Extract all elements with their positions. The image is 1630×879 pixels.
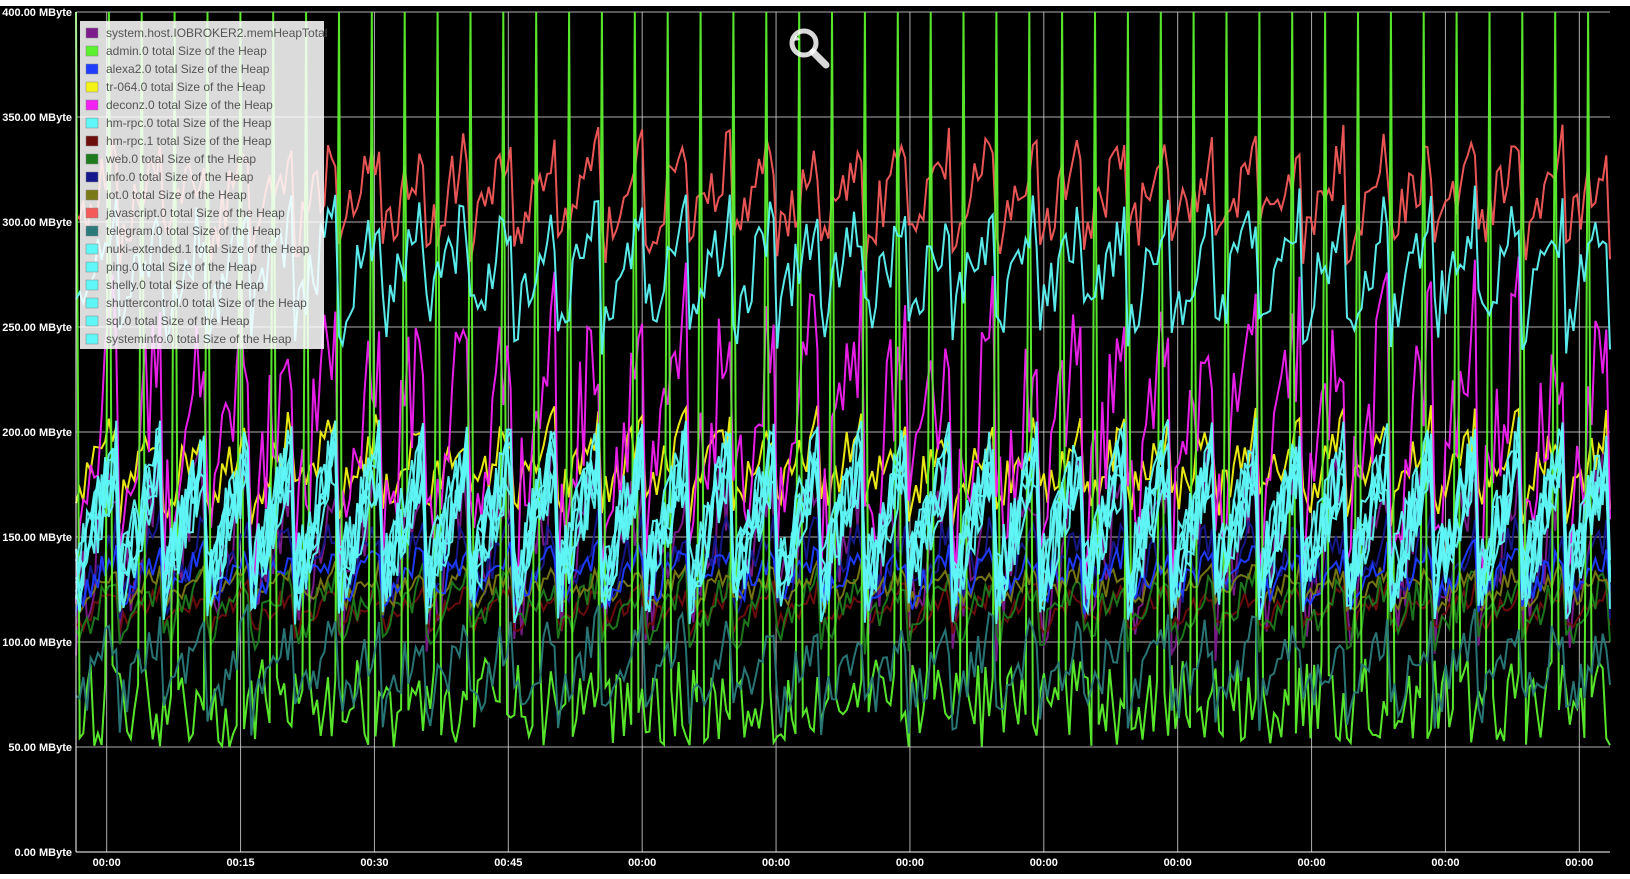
- legend-swatch: [85, 171, 99, 183]
- legend-swatch: [85, 261, 99, 273]
- legend-label: tr-064.0 total Size of the Heap: [106, 80, 266, 94]
- legend-swatch: [85, 135, 99, 147]
- x-tick-label: 00:00: [1431, 857, 1459, 869]
- y-tick-label: 250.00 MByte: [2, 322, 72, 334]
- legend-label: javascript.0 total Size of the Heap: [105, 206, 285, 220]
- x-tick-label: 00:45: [494, 857, 522, 869]
- legend-swatch: [85, 45, 99, 57]
- legend: system.host.IOBROKER2.memHeapTotal admin.…: [80, 21, 327, 349]
- legend-swatch: [85, 333, 99, 345]
- x-tick-label: 00:00: [628, 857, 656, 869]
- legend-swatch: [85, 153, 99, 165]
- legend-label: nuki-extended.1 total Size of the Heap: [106, 242, 310, 256]
- y-tick-label: 200.00 MByte: [2, 427, 72, 439]
- legend-swatch: [85, 81, 99, 93]
- legend-swatch: [85, 189, 99, 201]
- x-tick-label: 00:00: [1030, 857, 1058, 869]
- legend-swatch: [85, 225, 99, 237]
- legend-swatch: [85, 207, 99, 219]
- heap-chart: 0.00 MByte 50.00 MByte 100.00 MByte 150.00 …: [0, 0, 1630, 874]
- legend-swatch: [85, 63, 99, 75]
- x-tick-label: 00:00: [1164, 857, 1192, 869]
- x-tick-label: 00:00: [762, 857, 790, 869]
- legend-label: system.host.IOBROKER2.memHeapTotal: [106, 26, 327, 40]
- y-tick-label: 350.00 MByte: [2, 112, 72, 124]
- y-tick-label: 100.00 MByte: [2, 637, 72, 649]
- y-tick-label: 150.00 MByte: [2, 532, 72, 544]
- legend-label: systeminfo.0 total Size of the Heap: [106, 332, 292, 346]
- legend-label: shelly.0 total Size of the Heap: [106, 278, 264, 292]
- legend-label: hm-rpc.0 total Size of the Heap: [106, 116, 272, 130]
- legend-swatch: [85, 279, 99, 291]
- legend-swatch: [85, 99, 99, 111]
- legend-label: shuttercontrol.0 total Size of the Heap: [106, 296, 307, 310]
- x-tick-label: 00:00: [93, 857, 121, 869]
- x-tick-label: 00:00: [1297, 857, 1325, 869]
- y-tick-label: 400.00 MByte: [2, 7, 72, 19]
- y-tick-label: 0.00 MByte: [15, 847, 72, 859]
- x-tick-label: 00:00: [1565, 857, 1593, 869]
- legend-swatch: [85, 297, 99, 309]
- legend-label: hm-rpc.1 total Size of the Heap: [106, 134, 272, 148]
- x-tick-label: 00:15: [226, 857, 254, 869]
- x-tick-label: 00:30: [360, 857, 388, 869]
- legend-swatch: [85, 27, 99, 39]
- legend-label: alexa2.0 total Size of the Heap: [106, 62, 270, 76]
- legend-label: info.0 total Size of the Heap: [106, 170, 254, 184]
- legend-label: web.0 total Size of the Heap: [105, 152, 256, 166]
- legend-label: admin.0 total Size of the Heap: [106, 44, 267, 58]
- legend-label: ping.0 total Size of the Heap: [106, 260, 257, 274]
- legend-label: telegram.0 total Size of the Heap: [106, 224, 281, 238]
- legend-swatch: [85, 315, 99, 327]
- legend-label: iot.0 total Size of the Heap: [106, 188, 247, 202]
- legend-swatch: [85, 117, 99, 129]
- legend-swatch: [85, 243, 99, 255]
- legend-label: deconz.0 total Size of the Heap: [106, 98, 273, 112]
- chart-svg: 0.00 MByte 50.00 MByte 100.00 MByte 150.00 …: [0, 0, 1630, 874]
- y-tick-label: 300.00 MByte: [2, 217, 72, 229]
- legend-label: sql.0 total Size of the Heap: [106, 314, 250, 328]
- y-tick-label: 50.00 MByte: [8, 742, 72, 754]
- x-tick-label: 00:00: [896, 857, 924, 869]
